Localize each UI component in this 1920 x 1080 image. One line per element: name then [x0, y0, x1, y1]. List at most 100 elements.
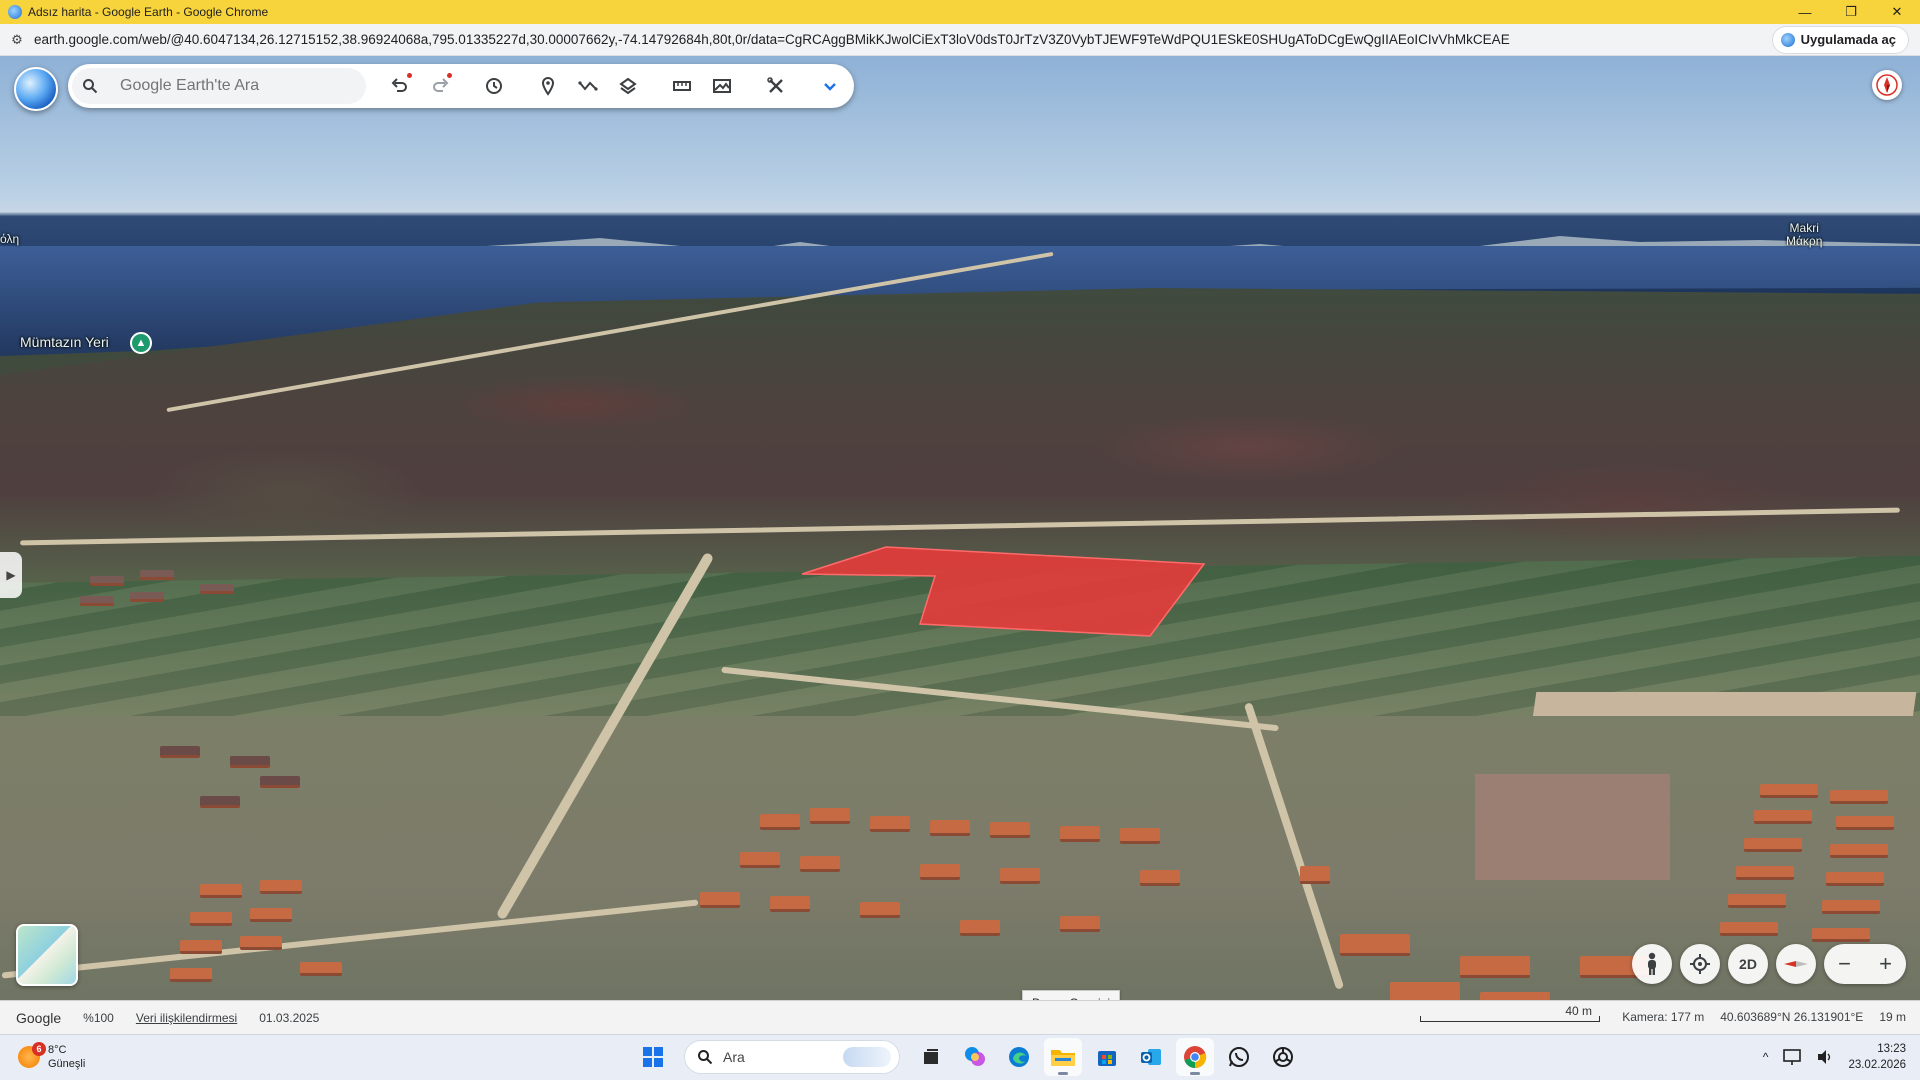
pegman-icon	[1648, 952, 1656, 975]
compass-button[interactable]	[1872, 70, 1902, 100]
search-icon	[698, 1050, 713, 1065]
house	[1720, 922, 1778, 936]
minimap-thumbnail[interactable]	[16, 924, 78, 986]
microsoft-365-app[interactable]	[956, 1038, 994, 1076]
system-tray: ^ 13:23 23.02.2026	[1763, 1036, 1906, 1078]
data-attribution-link[interactable]: Veri ilişkilendirmesi	[136, 1011, 237, 1025]
path-icon	[578, 81, 598, 91]
house	[800, 856, 840, 872]
house	[250, 908, 292, 922]
maximize-button[interactable]: ❐	[1828, 0, 1874, 24]
whatsapp-app[interactable]	[1220, 1038, 1258, 1076]
task-view-button[interactable]	[912, 1038, 950, 1076]
house	[1060, 826, 1100, 842]
window-title: Adsız harita - Google Earth - Google Chr…	[28, 5, 269, 19]
show-hidden-icons-button[interactable]: ^	[1763, 1050, 1769, 1064]
compass-needle-icon	[1784, 961, 1808, 967]
ruler-icon	[673, 81, 691, 91]
add-placemark-button[interactable]	[528, 66, 568, 106]
network-icon[interactable]	[1782, 1048, 1802, 1066]
house-cluster	[0, 56, 1920, 1000]
volume-icon[interactable]	[1816, 1048, 1834, 1066]
house	[200, 584, 234, 594]
place-label-partial: όλη	[0, 232, 20, 246]
zoom-level: %100	[83, 1010, 114, 1025]
microsoft-store-app[interactable]	[1088, 1038, 1126, 1076]
house	[1300, 866, 1330, 884]
edge-browser-app[interactable]	[1000, 1038, 1038, 1076]
m365-icon	[965, 1047, 985, 1066]
place-label-makri[interactable]: Makri Μάκρη	[1786, 222, 1822, 248]
house	[130, 592, 164, 602]
house	[1736, 866, 1794, 880]
chrome-app[interactable]	[1176, 1038, 1214, 1076]
tools-button[interactable]	[756, 66, 796, 106]
history-icon	[486, 78, 502, 94]
street-view-pegman-button[interactable]	[1632, 944, 1672, 984]
taskbar-search-box[interactable]: Ara	[684, 1040, 900, 1074]
my-location-button[interactable]	[1680, 944, 1720, 984]
search-box[interactable]	[72, 68, 366, 104]
file-explorer-app[interactable]	[1044, 1038, 1082, 1076]
open-in-app-label: Uygulamada aç	[1800, 32, 1896, 47]
house	[1812, 928, 1870, 942]
google-attribution: Google	[16, 1009, 62, 1026]
store-icon	[1098, 1051, 1116, 1066]
crosshair-icon	[1690, 954, 1710, 974]
landscape-icon	[713, 79, 731, 93]
elevation-readout: 19 m	[1879, 1010, 1906, 1024]
tools-icon	[767, 77, 783, 93]
minimize-button[interactable]: —	[1782, 0, 1828, 24]
layers-button[interactable]	[608, 66, 648, 106]
house	[1836, 816, 1894, 830]
google-earth-favicon-icon	[8, 5, 22, 19]
toggle-2d-button[interactable]: 2D	[1728, 944, 1768, 984]
house	[180, 940, 222, 954]
address-bar: ⚙ earth.google.com/web/@40.6047134,26.12…	[0, 24, 1920, 56]
measure-button[interactable]	[662, 66, 702, 106]
google-earth-icon	[1780, 32, 1795, 47]
undo-button[interactable]	[380, 66, 420, 106]
google-earth-logo[interactable]	[14, 67, 58, 111]
zoom-out-button[interactable]: −	[1838, 951, 1851, 977]
house	[260, 776, 300, 788]
weather-widget[interactable]: 6 8°C Güneşli	[18, 1037, 128, 1077]
earth-3d-viewport[interactable]: Mümtazın Yeri ▲ Makri Μάκρη όλη	[0, 56, 1920, 1000]
search-input[interactable]	[120, 77, 360, 95]
house	[990, 822, 1030, 838]
coordinates-readout: 40.603689°N 26.131901°E	[1720, 1010, 1864, 1024]
windows-logo-icon	[643, 1047, 663, 1067]
house	[1000, 868, 1040, 884]
start-button[interactable]	[634, 1038, 672, 1076]
system-clock[interactable]: 13:23 23.02.2026	[1848, 1041, 1906, 1073]
house	[1480, 992, 1550, 1000]
house	[140, 570, 174, 580]
zoom-controls: − +	[1824, 944, 1906, 984]
more-tools-dropdown[interactable]	[810, 66, 850, 106]
open-in-app-button[interactable]: Uygulamada aç	[1772, 26, 1908, 53]
sidebar-expand-handle[interactable]: ▶	[0, 552, 22, 598]
place-marker-icon[interactable]: ▲	[130, 332, 152, 354]
scale-bar: 40 m	[1420, 1004, 1600, 1028]
photos-button[interactable]	[702, 66, 742, 106]
house	[1754, 810, 1812, 824]
draw-path-button[interactable]	[568, 66, 608, 106]
house	[960, 920, 1000, 936]
zoom-in-button[interactable]: +	[1879, 951, 1892, 977]
chatgpt-app[interactable]	[1264, 1038, 1302, 1076]
compass-reset-button[interactable]	[1776, 944, 1816, 984]
outlook-app[interactable]	[1132, 1038, 1170, 1076]
taskbar-apps: Ara	[634, 1036, 1302, 1078]
chatgpt-icon	[1273, 1047, 1293, 1067]
url-field[interactable]: earth.google.com/web/@40.6047134,26.1271…	[34, 32, 1773, 47]
close-button[interactable]: ✕	[1874, 0, 1920, 24]
house	[170, 968, 212, 982]
historical-imagery-button[interactable]	[474, 66, 514, 106]
house	[200, 884, 242, 898]
place-label-mumtazin-yeri[interactable]: Mümtazın Yeri	[20, 334, 109, 350]
chevron-right-icon: ▶	[6, 568, 16, 582]
redo-button[interactable]	[420, 66, 460, 106]
house	[1060, 916, 1100, 932]
house	[1826, 872, 1884, 886]
site-settings-icon[interactable]: ⚙	[0, 32, 34, 48]
